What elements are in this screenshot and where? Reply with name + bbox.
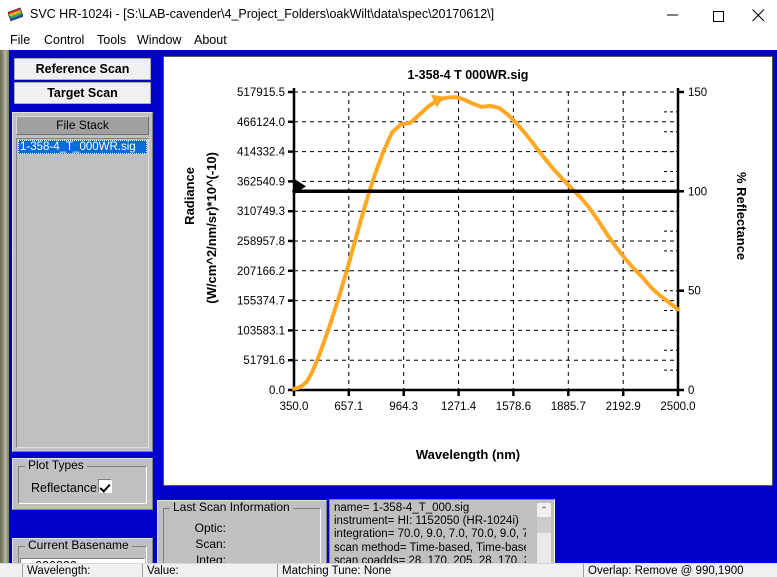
menu-bar: File Control Tools Window About bbox=[0, 30, 777, 50]
status-wavelength: Wavelength: bbox=[22, 564, 142, 577]
reflectance-label: Reflectance bbox=[31, 481, 98, 495]
svg-text:466124.0: 466124.0 bbox=[237, 117, 285, 129]
file-stack-header: File Stack bbox=[16, 116, 149, 135]
chart-panel: 1-358-4 T 000WR.sig Radiance (W/cm^2/nm/… bbox=[163, 56, 773, 486]
svg-text:657.1: 657.1 bbox=[334, 401, 363, 413]
menu-about[interactable]: About bbox=[190, 32, 231, 48]
svg-text:103583.1: 103583.1 bbox=[237, 325, 285, 337]
svg-text:2500.0: 2500.0 bbox=[660, 401, 695, 413]
application-window: SVC HR-1024i - [S:\LAB-cavender\4_Projec… bbox=[0, 0, 777, 577]
status-value: Value: bbox=[142, 564, 277, 577]
reference-scan-button[interactable]: Reference Scan bbox=[14, 58, 151, 80]
menu-window[interactable]: Window bbox=[133, 32, 185, 48]
status-overlap: Overlap: Remove @ 990,1900 bbox=[583, 564, 777, 577]
svg-text:258957.8: 258957.8 bbox=[237, 236, 285, 248]
title-bar: SVC HR-1024i - [S:\LAB-cavender\4_Projec… bbox=[0, 0, 777, 30]
svg-text:350.0: 350.0 bbox=[280, 401, 309, 413]
reflectance-checkbox[interactable] bbox=[98, 479, 112, 493]
plot-types-legend: Plot Types bbox=[25, 459, 87, 472]
svg-text:0.0: 0.0 bbox=[269, 385, 285, 397]
close-button[interactable] bbox=[743, 0, 777, 30]
svg-text:207166.2: 207166.2 bbox=[237, 266, 285, 278]
last-scan-legend: Last Scan Information bbox=[170, 501, 293, 514]
svg-text:51791.6: 51791.6 bbox=[243, 355, 285, 367]
plot-types-group: Plot Types Reflectance bbox=[12, 458, 153, 510]
menu-file[interactable]: File bbox=[6, 32, 34, 48]
svg-text:150: 150 bbox=[688, 87, 707, 99]
status-bar: Wavelength: Value: Matching Tune: None O… bbox=[0, 563, 777, 577]
status-matching-tune: Matching Tune: None bbox=[277, 564, 391, 577]
file-stack-list[interactable]: 1-358-4_T_000WR.sig bbox=[16, 138, 149, 448]
vertical-scroll-thumb[interactable] bbox=[537, 517, 551, 533]
target-scan-button[interactable]: Target Scan bbox=[14, 82, 151, 104]
svc-app-icon bbox=[7, 7, 24, 22]
svg-text:0: 0 bbox=[688, 385, 694, 397]
svg-text:414332.4: 414332.4 bbox=[237, 147, 286, 159]
optic-label: Optic: bbox=[194, 521, 226, 535]
menu-control[interactable]: Control bbox=[40, 32, 88, 48]
current-basename-legend: Current Basename bbox=[25, 539, 132, 552]
svg-text:964.3: 964.3 bbox=[389, 401, 418, 413]
svg-text:155374.7: 155374.7 bbox=[237, 296, 285, 308]
svg-text:50: 50 bbox=[688, 286, 701, 298]
window-left-edge bbox=[0, 50, 9, 577]
mdi-client-area: Reference Scan Target Scan File Stack 1-… bbox=[0, 50, 777, 577]
minimize-button[interactable] bbox=[651, 0, 697, 30]
svg-text:517915.5: 517915.5 bbox=[237, 87, 285, 99]
file-stack-panel: File Stack 1-358-4_T_000WR.sig bbox=[12, 112, 153, 452]
svg-text:362540.9: 362540.9 bbox=[237, 176, 285, 188]
scan-label: Scan: bbox=[195, 537, 226, 551]
menu-tools[interactable]: Tools bbox=[93, 32, 130, 48]
list-item[interactable]: 1-358-4_T_000WR.sig bbox=[18, 140, 147, 154]
svg-text:310749.3: 310749.3 bbox=[237, 206, 285, 218]
window-title: SVC HR-1024i - [S:\LAB-cavender\4_Projec… bbox=[30, 7, 495, 21]
svg-text:1578.6: 1578.6 bbox=[496, 401, 531, 413]
maximize-button[interactable] bbox=[697, 0, 743, 30]
scroll-up-button[interactable]: ⌃ bbox=[537, 503, 551, 517]
svg-text:1271.4: 1271.4 bbox=[441, 401, 477, 413]
svg-text:100: 100 bbox=[688, 186, 707, 198]
svg-text:1885.7: 1885.7 bbox=[551, 401, 586, 413]
svg-text:2192.9: 2192.9 bbox=[606, 401, 641, 413]
chart-plot-area[interactable]: 0.0 51791.6 103583.1 155374.7 207166.2 258957… bbox=[164, 57, 772, 485]
